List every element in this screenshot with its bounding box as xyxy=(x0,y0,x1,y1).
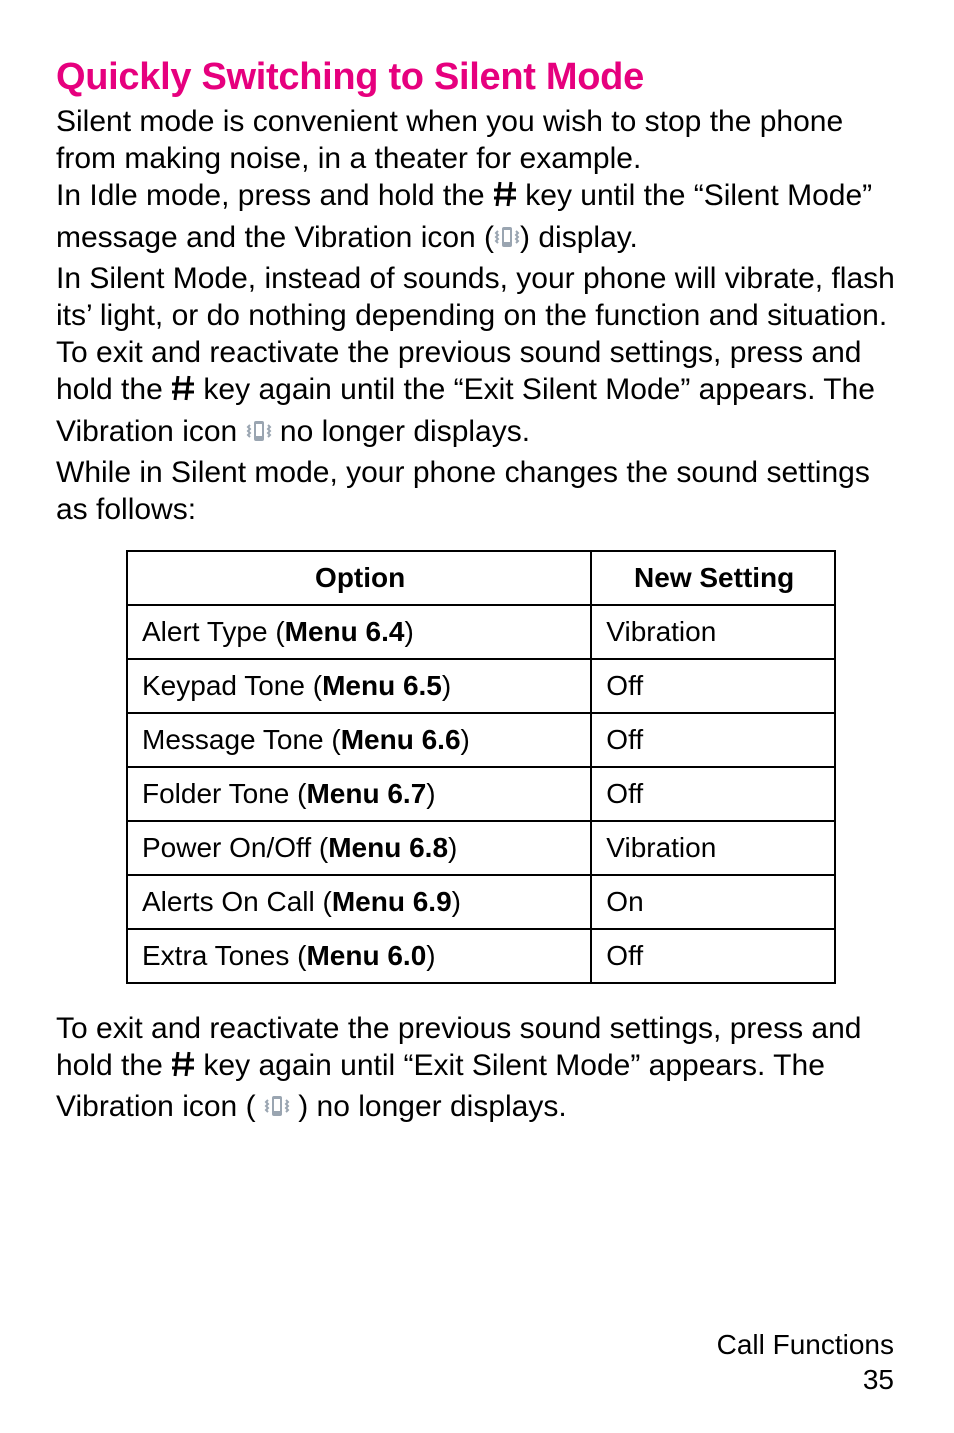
setting-cell: Off xyxy=(591,713,835,767)
option-prefix: Extra Tones ( xyxy=(142,940,306,971)
menu-ref: Menu 6.8 xyxy=(328,832,448,863)
option-suffix: ) xyxy=(442,670,451,701)
settings-table: Option New Setting Alert Type (Menu 6.4)… xyxy=(126,550,836,984)
vibration-icon xyxy=(494,223,520,260)
option-suffix: ) xyxy=(461,724,470,755)
menu-ref: Menu 6.0 xyxy=(306,940,426,971)
setting-cell: Off xyxy=(591,929,835,983)
table-row: Extra Tones (Menu 6.0) Off xyxy=(127,929,835,983)
setting-cell: Off xyxy=(591,767,835,821)
p2-part-c: ) display. xyxy=(520,221,638,254)
option-prefix: Power On/Off ( xyxy=(142,832,328,863)
option-cell: Folder Tone (Menu 6.7) xyxy=(127,767,591,821)
option-suffix: ) xyxy=(426,940,435,971)
option-suffix: ) xyxy=(426,778,435,809)
footer-page-number: 35 xyxy=(717,1362,894,1397)
table-row: Folder Tone (Menu 6.7) Off xyxy=(127,767,835,821)
option-cell: Power On/Off (Menu 6.8) xyxy=(127,821,591,875)
option-suffix: ) xyxy=(448,832,457,863)
menu-ref: Menu 6.4 xyxy=(285,616,405,647)
page-footer: Call Functions 35 xyxy=(717,1327,894,1397)
paragraph-5: While in Silent mode, your phone changes… xyxy=(56,454,906,528)
option-prefix: Folder Tone ( xyxy=(142,778,306,809)
paragraph-2: In Idle mode, press and hold the key unt… xyxy=(56,177,906,259)
menu-ref: Menu 6.6 xyxy=(341,724,461,755)
option-cell: Keypad Tone (Menu 6.5) xyxy=(127,659,591,713)
option-prefix: Message Tone ( xyxy=(142,724,341,755)
hash-key-icon xyxy=(493,179,517,218)
setting-cell: Vibration xyxy=(591,821,835,875)
table-row: Message Tone (Menu 6.6) Off xyxy=(127,713,835,767)
paragraph-4: To exit and reactivate the previous soun… xyxy=(56,334,906,454)
option-prefix: Alerts On Call ( xyxy=(142,886,332,917)
option-cell: Alerts On Call (Menu 6.9) xyxy=(127,875,591,929)
section-heading: Quickly Switching to Silent Mode xyxy=(56,56,906,99)
paragraph-3: In Silent Mode, instead of sounds, your … xyxy=(56,260,906,334)
paragraph-1: Silent mode is convenient when you wish … xyxy=(56,103,906,177)
hash-key-icon xyxy=(171,1049,195,1088)
p4-part-c: no longer displays. xyxy=(272,415,531,448)
vibration-icon xyxy=(264,1092,290,1129)
hash-key-icon xyxy=(171,373,195,412)
vibration-icon xyxy=(246,417,272,454)
table-row: Alerts On Call (Menu 6.9) On xyxy=(127,875,835,929)
table-row: Alert Type (Menu 6.4) Vibration xyxy=(127,605,835,659)
table-header-row: Option New Setting xyxy=(127,551,835,605)
table-row: Keypad Tone (Menu 6.5) Off xyxy=(127,659,835,713)
option-suffix: ) xyxy=(404,616,413,647)
option-suffix: ) xyxy=(452,886,461,917)
menu-ref: Menu 6.7 xyxy=(306,778,426,809)
option-prefix: Keypad Tone ( xyxy=(142,670,322,701)
p2-part-a: In Idle mode, press and hold the xyxy=(56,179,493,212)
body-block: Silent mode is convenient when you wish … xyxy=(56,103,906,528)
menu-ref: Menu 6.5 xyxy=(322,670,442,701)
menu-ref: Menu 6.9 xyxy=(332,886,452,917)
table-row: Power On/Off (Menu 6.8) Vibration xyxy=(127,821,835,875)
setting-cell: Off xyxy=(591,659,835,713)
outro-paragraph: To exit and reactivate the previous soun… xyxy=(56,1010,906,1130)
option-cell: Extra Tones (Menu 6.0) xyxy=(127,929,591,983)
setting-cell: On xyxy=(591,875,835,929)
col-header-option: Option xyxy=(127,551,591,605)
option-prefix: Alert Type ( xyxy=(142,616,285,647)
page: Quickly Switching to Silent Mode Silent … xyxy=(0,0,954,1433)
setting-cell: Vibration xyxy=(591,605,835,659)
option-cell: Message Tone (Menu 6.6) xyxy=(127,713,591,767)
outro-part-c: ) no longer displays. xyxy=(290,1090,567,1123)
col-header-setting: New Setting xyxy=(591,551,835,605)
option-cell: Alert Type (Menu 6.4) xyxy=(127,605,591,659)
footer-section-label: Call Functions xyxy=(717,1327,894,1362)
